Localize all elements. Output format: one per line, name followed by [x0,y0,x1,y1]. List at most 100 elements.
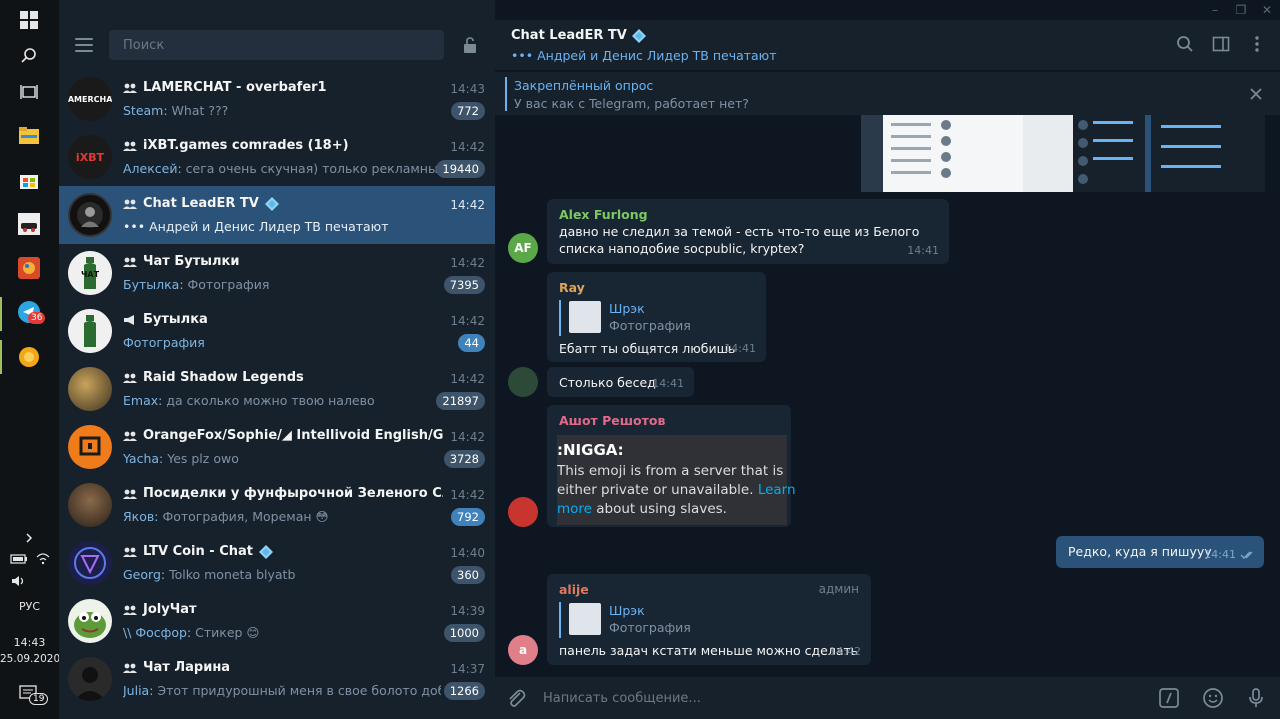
game-app-icon-2[interactable] [17,256,41,280]
chat-preview: Алексей: сега очень скучная) только рекл… [123,161,441,176]
chat-time: 14:37 [450,662,485,676]
file-explorer-icon[interactable] [17,124,41,148]
unread-badge: 7395 [443,276,485,294]
chat-list-item[interactable]: JolyЧат 14:39 \\ Фосфор: Стикер 😊 1000 [59,592,495,650]
search-icon[interactable] [1176,35,1196,55]
store-icon[interactable] [17,168,41,192]
chat-avatar [68,541,112,585]
group-icon [123,141,137,151]
reply-thumbnail [569,603,601,635]
message-time: 14:41 [652,377,684,390]
chat-list-item[interactable]: iXBT iXBT.games comrades (18+) 14:42 Але… [59,128,495,186]
reply-preview[interactable]: Шрэк Фотография [559,602,849,638]
chat-list-item[interactable]: Чат Ларина 14:37 Julia: Этот придурошный… [59,650,495,708]
chat-list-item[interactable]: Бутылка 14:42 Фотография 44 [59,302,495,360]
chat-name-text: OrangeFox/Sophie/◢ Intellivoid English/G… [143,428,443,443]
language-indicator[interactable]: РУС [0,600,59,613]
chat-main: – ❐ ✕ Chat LeadER TV ••• Андрей и Денис … [495,0,1280,719]
chat-preview: Яков: Фотография, Мореман 😳 [123,509,441,524]
chat-preview-text: да сколько можно твою налево [162,393,375,408]
verified-icon [631,28,646,43]
message-input[interactable] [543,685,1103,711]
chat-preview-text: What ??? [167,103,229,118]
windows-start-icon[interactable] [17,8,41,32]
reply-kind: Фотография [609,318,691,333]
chat-preview: Georg: Tolko moneta blyatb [123,567,441,582]
chat-preview-sender: Yacha: [123,451,164,466]
chat-avatar [68,193,112,237]
unread-badge: 360 [451,566,485,584]
embed-link[interactable]: Learn [758,482,796,498]
minimize-button[interactable]: – [1202,0,1228,20]
attach-icon[interactable] [505,687,527,709]
group-icon [123,257,137,267]
chat-header[interactable]: Chat LeadER TV ••• Андрей и Денис Лидер … [495,20,1280,70]
menu-icon[interactable] [75,38,93,52]
bot-commands-icon[interactable] [1158,687,1180,709]
wifi-icon[interactable] [36,550,50,569]
maximize-button[interactable]: ❐ [1228,0,1254,20]
message-sender[interactable]: alije [559,582,589,597]
message-avatar[interactable]: AF [508,233,538,263]
lock-icon[interactable] [461,36,479,54]
chat-preview-text: сега очень скучная) только рекламный ро.… [185,161,441,176]
unread-badge: 3728 [443,450,485,468]
unread-badge: 21897 [436,392,485,410]
pinned-message-bar[interactable]: Закреплённый опрос У вас как с Telegram,… [495,71,1280,115]
chat-list-item[interactable]: LTV Coin - Chat 14:40 Georg: Tolko monet… [59,534,495,592]
emoji-icon[interactable] [1202,687,1224,709]
chat-avatar: ЧАТ [68,251,112,295]
reply-thumbnail [569,301,601,333]
chat-preview-sender: Яков: [123,509,159,524]
message-avatar[interactable] [508,497,538,527]
chat-list-item[interactable]: Посиделки у фунфырочной Зеленого Слоника… [59,476,495,534]
message-bubble: Ray Шрэк Фотография Ебатт ты общятся люб… [547,272,766,362]
volume-icon[interactable] [11,573,27,592]
message-composer [495,677,1280,719]
chat-name-text: LAMERCHAT - overbafer1 [143,80,327,95]
chat-preview-text: Фотография, Мореман 😳 [158,509,329,524]
close-window-button[interactable]: ✕ [1254,0,1280,20]
embed-text: either private or unavailable. [557,482,758,498]
sidebar-header [59,0,495,70]
discord-embed-image[interactable]: :NIGGA: This emoji is from a server that… [557,435,796,525]
unread-badge: 19440 [436,160,485,178]
embed-text-line-1: This emoji is from a server that is [557,463,784,479]
chevron-up-icon[interactable] [17,526,41,550]
battery-icon[interactable] [10,550,28,569]
task-view-icon[interactable] [17,80,41,104]
message-text: давно не следил за темой - есть что-то е… [559,224,920,256]
more-options-icon[interactable] [1248,35,1268,55]
search-icon[interactable] [17,44,41,68]
embed-link[interactable]: more [557,501,592,517]
verified-icon [259,544,273,559]
sidebar-toggle-icon[interactable] [1212,35,1232,55]
chat-list-item[interactable]: ЧАТ Чат Бутылки 14:42 Бутылка: Фотографи… [59,244,495,302]
message-sender[interactable]: Alex Furlong [559,207,648,222]
message-sender[interactable]: Ray [559,280,585,295]
embed-text-line-2: either private or unavailable. Learn [557,482,796,498]
close-icon[interactable] [1248,86,1264,102]
clock-date[interactable]: 25.09.2020 [0,653,60,665]
chat-time: 14:39 [450,604,485,618]
search-input[interactable] [109,30,444,60]
game-app-icon[interactable] [17,212,41,236]
chat-avatar [68,599,112,643]
reply-author: Шрэк [609,603,645,618]
chat-list-item[interactable]: LAMERCHAT LAMERCHAT - overbafer1 14:43 S… [59,70,495,128]
chat-name-text: LTV Coin - Chat [143,544,253,559]
message-avatar[interactable]: a [508,635,538,665]
message-sender[interactable]: Ашот Решотов [559,413,665,428]
chat-list-item[interactable]: OrangeFox/Sophie/◢ Intellivoid English/G… [59,418,495,476]
message-avatar[interactable] [508,367,538,397]
clock-time[interactable]: 14:43 [0,636,59,649]
chat-list-item-active[interactable]: Chat LeadER TV 14:42 ••• Андрей и Денис … [59,186,495,244]
chat-list-item[interactable]: Raid Shadow Legends 14:42 Emax: да сколь… [59,360,495,418]
chat-name: Raid Shadow Legends [123,370,443,385]
message-screenshot-image[interactable] [861,115,1265,192]
browser-icon[interactable] [17,345,41,369]
microphone-icon[interactable] [1245,687,1267,709]
window-controls: – ❐ ✕ [1202,0,1280,20]
chat-name: Чат Бутылки [123,254,443,269]
reply-preview[interactable]: Шрэк Фотография [559,300,749,336]
